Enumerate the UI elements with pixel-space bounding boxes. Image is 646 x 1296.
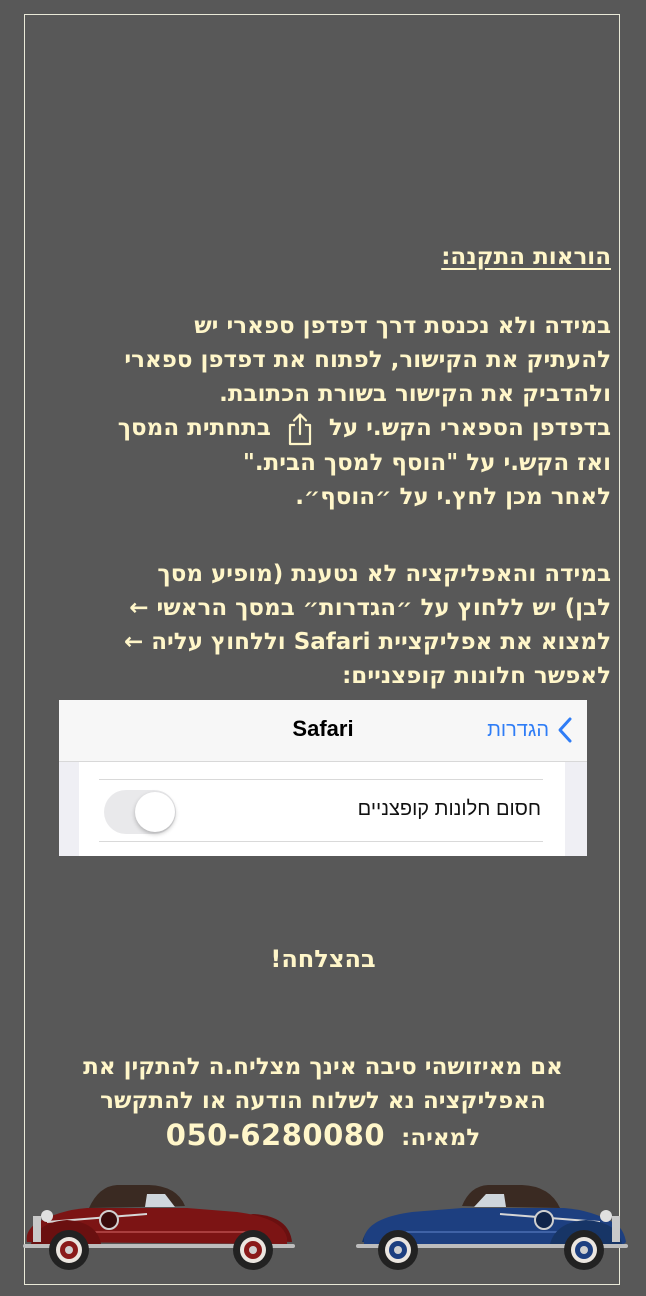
contact-line: אם מאיזושהי סיבה אינך מצליח.ה להתקין את: [83, 1054, 563, 1080]
contact-message: אם מאיזושהי סיבה אינך מצליח.ה להתקין את …: [30, 1050, 616, 1155]
contact-label: למאיה:: [401, 1125, 481, 1151]
block-popups-toggle[interactable]: [104, 790, 176, 834]
instruction-line: לאפשר חלונות קופצניים:: [342, 663, 611, 689]
row-divider: [99, 841, 543, 842]
success-message: בהצלחה!: [270, 945, 376, 973]
instruction-line-safari: למצוא את אפליקציית Safari וללחוץ עליה ←: [123, 629, 611, 655]
settings-nav-bar: Safari הגדרות: [59, 700, 587, 762]
instruction-line: לבן) יש ללחוץ על ״הגדרות״ במסך הראשי ←: [129, 595, 611, 621]
instructions-title: הוראות התקנה:: [441, 244, 611, 270]
settings-row-card: חסום חלונות קופצניים: [79, 762, 565, 856]
instruction-line: במידה והאפליקציה לא נטענת (מופיע מסך: [157, 561, 611, 587]
toggle-knob: [135, 792, 175, 832]
contact-line: האפליקציה נא לשלוח הודעה או להתקשר: [100, 1088, 546, 1114]
instruction-line-share: בדפדפן הספארי הקש.י על בתחתית המסך: [30, 411, 611, 446]
back-button-label: הגדרות: [487, 718, 549, 741]
safari-app-name: Safari: [293, 629, 371, 655]
instruction-line: ולהדביק את הקישור בשורת הכתובת.: [219, 381, 611, 407]
contact-line-phone: למאיה: 050-6280080: [30, 1118, 616, 1155]
scroll-edge: [565, 762, 587, 856]
block-popups-label: חסום חלונות קופצניים: [357, 798, 541, 820]
instructions-paragraph-1: במידה ולא נכנסת דרך דפדפן ספארי יש להעתי…: [30, 309, 611, 514]
instruction-line: ואז הקש.י על "הוסף למסך הבית.": [242, 449, 611, 476]
vintage-car-icon: [23, 1185, 295, 1270]
vintage-car-icon: [356, 1185, 628, 1270]
back-button[interactable]: הגדרות: [487, 716, 573, 744]
safari-settings-screenshot: Safari הגדרות חסום חלונות קופצניים: [59, 700, 587, 856]
row-divider: [99, 779, 543, 780]
share-icon: [288, 412, 311, 445]
phone-number[interactable]: 050-6280080: [166, 1118, 385, 1152]
instruction-line: לאחר מכן לחץ.י על ״הוסף״.: [295, 483, 611, 510]
chevron-left-icon: [558, 717, 572, 743]
instruction-line: להעתיק את הקישור, לפתוח את דפדפן ספארי: [124, 347, 611, 373]
instructions-paragraph-2: במידה והאפליקציה לא נטענת (מופיע מסך לבן…: [30, 557, 611, 693]
instruction-line: במידה ולא נכנסת דרך דפדפן ספארי יש: [194, 313, 611, 339]
